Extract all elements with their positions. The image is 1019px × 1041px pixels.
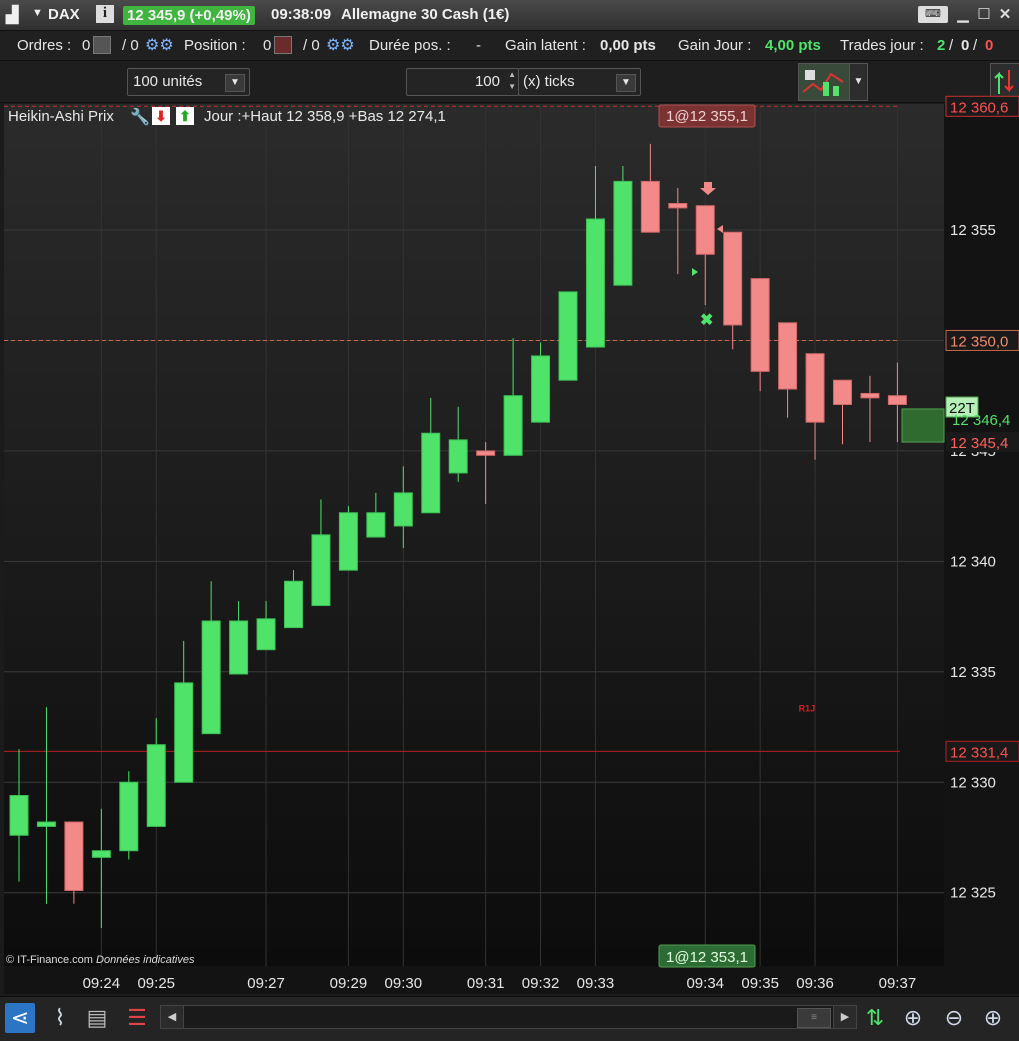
share-icon[interactable]: ⋖ — [5, 1003, 35, 1033]
auto-scale-icon[interactable]: ⇅ — [860, 1003, 890, 1033]
candle-body — [723, 231, 743, 326]
price-tick-label: 12 325 — [950, 885, 996, 902]
scroll-left-icon[interactable]: ◀ — [161, 1006, 184, 1028]
price-level-label: 12 331,4 — [950, 744, 1008, 761]
buy-arrow-icon[interactable]: ⬆ — [176, 107, 194, 125]
candle-body — [284, 580, 303, 629]
exit-cross-icon: ✖ — [700, 312, 713, 329]
candle-body — [750, 278, 770, 372]
grid — [4, 106, 944, 966]
candle-body — [503, 395, 523, 456]
candle-body — [91, 850, 111, 858]
candle-body — [613, 180, 633, 286]
candle-body — [229, 620, 249, 675]
candle-body — [805, 353, 825, 423]
candle-body — [256, 618, 276, 651]
time-tick-label: 09:37 — [879, 975, 917, 992]
candlestick-chart[interactable]: ✖ 12 32512 33012 33512 34012 34512 35012… — [0, 0, 1019, 996]
candle-body — [146, 744, 166, 827]
price-levels — [4, 105, 900, 752]
candle-body — [393, 492, 413, 527]
indicator-header: Heikin-Ashi Prix 🔧 ⬇ ⬆ Jour :+Haut 12 35… — [4, 105, 944, 129]
price-tick-label: 12 355 — [950, 222, 996, 239]
candle-body — [531, 355, 551, 423]
candle-body — [36, 821, 56, 827]
indicator-name[interactable]: Heikin-Ashi Prix — [8, 108, 114, 125]
candle-body — [585, 218, 605, 348]
price-tick-label: 12 330 — [950, 774, 996, 791]
candle-body — [448, 439, 468, 474]
time-tick-label: 09:27 — [247, 975, 285, 992]
time-tick-label: 09:24 — [83, 975, 121, 992]
candle-body — [421, 432, 441, 514]
order-bottom-label: 1@12 353,1 — [666, 949, 748, 966]
candle-body — [311, 534, 331, 607]
candle-body — [640, 180, 660, 233]
document-icon[interactable]: ▤ — [82, 1003, 112, 1033]
price-axis-labels: 12 32512 33012 33512 34012 34512 35012 3… — [950, 222, 996, 902]
price-level-label: 12 360,6 — [950, 99, 1008, 116]
candle-body — [778, 322, 798, 390]
trade-markers: ✖ — [692, 182, 723, 329]
candles — [9, 143, 907, 929]
zoom-out-icon[interactable]: ⊖ — [939, 1003, 969, 1033]
candle-body — [476, 450, 496, 456]
disclaimer-text: Données indicatives — [96, 954, 195, 966]
time-tick-label: 09:36 — [796, 975, 834, 992]
horizontal-scrollbar[interactable]: ◀ ≡ ▶ — [160, 1005, 857, 1029]
candle-body — [174, 682, 194, 783]
candle-body — [338, 512, 358, 571]
bottom-toolbar: ⋖ ⌇ ▤ ☰ ◀ ≡ ▶ ⇅ ⊕ ⊖ ⊕ — [0, 996, 1019, 1041]
time-tick-label: 09:33 — [577, 975, 615, 992]
time-tick-label: 09:31 — [467, 975, 505, 992]
candle-body — [887, 395, 907, 406]
time-tick-label: 09:29 — [330, 975, 368, 992]
wrench-icon[interactable]: 🔧 — [130, 107, 150, 127]
candle-body — [201, 620, 221, 735]
candle-body — [366, 512, 386, 538]
candle-body — [558, 291, 578, 381]
price-level-label: 12 350,0 — [950, 333, 1008, 350]
candle-body — [64, 821, 84, 891]
annotation-label: R1J — [799, 704, 816, 714]
magnet-icon[interactable]: ⌇ — [45, 1003, 75, 1033]
zoom-in-icon[interactable]: ⊕ — [978, 1003, 1008, 1033]
sell-arrow-icon[interactable]: ⬇ — [152, 107, 170, 125]
candle-body — [695, 205, 715, 255]
entry-marker-icon — [692, 268, 698, 276]
candle-body — [668, 202, 688, 209]
last-price-zone — [901, 408, 945, 443]
price-tick-label: 12 335 — [950, 664, 996, 681]
order-book-icon[interactable]: ☰ — [122, 1003, 152, 1033]
time-tick-label: 09:25 — [137, 975, 175, 992]
time-axis-labels: 09:24 09:25 09:27 09:29 09:30 09:31 09:32 09:33… — [83, 975, 917, 992]
candle-body — [119, 781, 139, 852]
scroll-thumb[interactable]: ≡ — [797, 1008, 831, 1028]
entry-marker-icon — [717, 225, 723, 233]
zoom-area-icon[interactable]: ⊕ — [898, 1003, 928, 1033]
bid-price-label: 12 345,4 — [950, 435, 1008, 452]
current-price-label: 12 346,4 — [952, 412, 1010, 429]
time-tick-label: 09:34 — [686, 975, 724, 992]
scroll-right-icon[interactable]: ▶ — [833, 1006, 856, 1028]
candle-body — [860, 392, 880, 399]
candle-body — [833, 379, 852, 406]
day-high-low: Jour :+Haut 12 358,9 +Bas 12 274,1 — [204, 108, 446, 125]
time-tick-label: 09:35 — [741, 975, 779, 992]
sell-signal-arrow-icon — [700, 182, 716, 195]
time-tick-label: 09:30 — [385, 975, 423, 992]
copyright: © IT-Finance.com Données indicatives — [6, 954, 194, 966]
copyright-text: © IT-Finance.com — [6, 954, 93, 966]
candle-body — [9, 795, 29, 836]
price-tick-label: 12 340 — [950, 553, 996, 570]
time-tick-label: 09:32 — [522, 975, 560, 992]
